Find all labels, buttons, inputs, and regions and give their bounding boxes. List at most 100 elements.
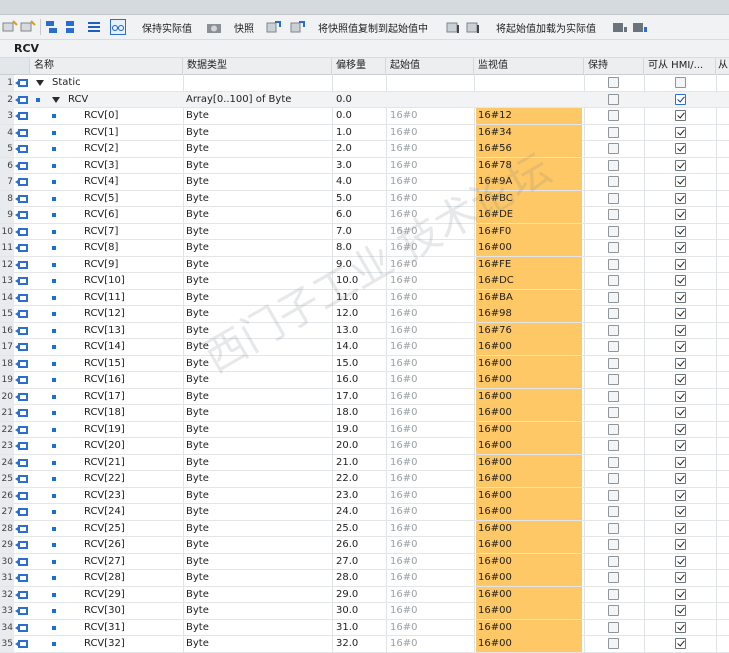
table-row[interactable]: 10 RCV[7] Byte 7.0 16#0 16#F0 <box>0 223 729 240</box>
cell-start-value[interactable]: 16#0 <box>390 240 474 256</box>
cell-datatype[interactable]: Byte <box>186 372 331 388</box>
header-start-value[interactable]: 起始值 <box>386 58 474 74</box>
retain-checkbox[interactable] <box>608 93 619 105</box>
cell-datatype[interactable]: Byte <box>186 240 331 256</box>
cell-start-value[interactable]: 16#0 <box>390 554 474 570</box>
cell-monitor-value[interactable]: 16#00 <box>476 570 582 586</box>
cell-monitor-value[interactable]: 16#98 <box>476 306 582 322</box>
cell-monitor-value[interactable]: 16#56 <box>476 141 582 157</box>
hmi-accessible-checkbox[interactable] <box>675 522 686 534</box>
retain-checkbox[interactable] <box>608 242 619 253</box>
cell-datatype[interactable]: Byte <box>186 537 331 553</box>
cell-datatype[interactable]: Byte <box>186 521 331 537</box>
header-name[interactable]: 名称 <box>30 58 183 74</box>
retain-checkbox[interactable] <box>608 456 619 468</box>
table-row[interactable]: 32 RCV[29] Byte 29.0 16#0 16#00 <box>0 586 729 603</box>
hmi-accessible-checkbox[interactable] <box>675 539 686 550</box>
hmi-accessible-checkbox[interactable] <box>675 506 686 517</box>
retain-checkbox[interactable] <box>608 209 619 220</box>
hmi-accessible-checkbox[interactable] <box>675 242 686 253</box>
cell-start-value[interactable]: 16#0 <box>390 455 474 471</box>
retain-checkbox[interactable] <box>608 308 619 319</box>
table-row[interactable]: 5 RCV[2] Byte 2.0 16#0 16#56 <box>0 141 729 158</box>
tool-b-button[interactable] <box>632 15 648 39</box>
cell-start-value[interactable]: 16#0 <box>390 603 474 619</box>
table-row[interactable]: 31 RCV[28] Byte 28.0 16#0 16#00 <box>0 570 729 587</box>
cell-datatype[interactable]: Byte <box>186 191 331 207</box>
table-row[interactable]: 24 RCV[21] Byte 21.0 16#0 16#00 <box>0 454 729 471</box>
cell-start-value[interactable]: 16#0 <box>390 587 474 603</box>
cell-datatype[interactable]: Byte <box>186 290 331 306</box>
table-row[interactable]: 28 RCV[25] Byte 25.0 16#0 16#00 <box>0 520 729 537</box>
hmi-accessible-checkbox[interactable] <box>675 209 686 220</box>
table-row[interactable]: 7 RCV[4] Byte 4.0 16#0 16#9A <box>0 174 729 191</box>
cell-monitor-value[interactable]: 16#00 <box>476 636 582 652</box>
cell-datatype[interactable]: Byte <box>186 405 331 421</box>
cell-monitor-value[interactable]: 16#00 <box>476 421 582 438</box>
cell-name[interactable]: RCV[17] <box>84 389 125 405</box>
tool-a-button[interactable] <box>612 15 628 39</box>
cell-name[interactable]: RCV[27] <box>84 554 125 570</box>
table-row[interactable]: 11 RCV[8] Byte 8.0 16#0 16#00 <box>0 240 729 257</box>
load-start-icon-button[interactable] <box>446 15 462 39</box>
retain-checkbox[interactable] <box>608 341 619 352</box>
cell-monitor-value[interactable]: 16#00 <box>476 537 582 553</box>
cell-datatype[interactable]: Byte <box>186 224 331 240</box>
expand-triangle-icon[interactable] <box>52 96 60 103</box>
table-row[interactable]: 25 RCV[22] Byte 22.0 16#0 16#00 <box>0 471 729 488</box>
snapshot-button[interactable]: 快照 <box>234 15 254 39</box>
cell-monitor-value[interactable]: 16#00 <box>476 454 582 471</box>
table-row[interactable]: 19 RCV[16] Byte 16.0 16#0 16#00 <box>0 372 729 389</box>
cell-start-value[interactable]: 16#0 <box>390 207 474 223</box>
hmi-accessible-checkbox[interactable] <box>675 423 686 435</box>
cell-name[interactable]: RCV[8] <box>84 240 118 256</box>
cell-name[interactable]: RCV[21] <box>84 455 125 471</box>
cell-name[interactable]: RCV[19] <box>84 422 125 438</box>
retain-checkbox[interactable] <box>608 605 619 616</box>
cell-monitor-value[interactable]: 16#34 <box>476 124 582 141</box>
cell-name[interactable]: RCV[26] <box>84 537 125 553</box>
table-row[interactable]: 27 RCV[24] Byte 24.0 16#0 16#00 <box>0 504 729 521</box>
cell-datatype[interactable]: Byte <box>186 125 331 141</box>
cell-datatype[interactable]: Byte <box>186 504 331 520</box>
cell-start-value[interactable] <box>390 75 474 91</box>
retain-checkbox[interactable] <box>608 291 619 303</box>
cell-name[interactable]: RCV[28] <box>84 570 125 586</box>
cell-name[interactable]: RCV[30] <box>84 603 125 619</box>
retain-checkbox[interactable] <box>608 555 619 567</box>
hmi-accessible-checkbox[interactable] <box>675 110 686 121</box>
cell-monitor-value[interactable]: 16#00 <box>476 240 582 256</box>
retain-checkbox[interactable] <box>608 374 619 385</box>
cell-datatype[interactable]: Byte <box>186 389 331 405</box>
load-start-icon2-button[interactable] <box>466 15 482 39</box>
cell-name[interactable]: RCV[18] <box>84 405 125 421</box>
hmi-accessible-checkbox[interactable] <box>675 126 686 138</box>
table-row[interactable]: 2 RCV Array[0..100] of Byte 0.0 <box>0 91 729 108</box>
cell-datatype[interactable]: Byte <box>186 306 331 322</box>
cell-start-value[interactable]: 16#0 <box>390 339 474 355</box>
cell-datatype[interactable]: Byte <box>186 356 331 372</box>
cell-name[interactable]: RCV[23] <box>84 488 125 504</box>
cell-datatype[interactable]: Byte <box>186 257 331 273</box>
cell-name[interactable]: RCV[16] <box>84 372 125 388</box>
retain-checkbox[interactable] <box>608 407 619 418</box>
table-row[interactable]: 12 RCV[9] Byte 9.0 16#0 16#FE <box>0 256 729 273</box>
cell-monitor-value[interactable]: 16#00 <box>476 586 582 603</box>
cell-name[interactable]: RCV[25] <box>84 521 125 537</box>
retain-checkbox[interactable] <box>608 440 619 451</box>
load-start-as-actual-button[interactable]: 将起始值加载为实际值 <box>496 15 596 39</box>
cell-datatype[interactable]: Byte <box>186 587 331 603</box>
cell-datatype[interactable]: Byte <box>186 438 331 454</box>
collapse-all-button[interactable] <box>65 15 81 39</box>
table-row[interactable]: 6 RCV[3] Byte 3.0 16#0 16#78 <box>0 157 729 174</box>
retain-checkbox[interactable] <box>608 143 619 154</box>
hmi-accessible-checkbox[interactable] <box>675 489 686 501</box>
table-row[interactable]: 20 RCV[17] Byte 17.0 16#0 16#00 <box>0 388 729 405</box>
table-row[interactable]: 4 RCV[1] Byte 1.0 16#0 16#34 <box>0 124 729 141</box>
cell-name[interactable]: RCV[0] <box>84 108 118 124</box>
cell-start-value[interactable]: 16#0 <box>390 108 474 124</box>
table-row[interactable]: 30 RCV[27] Byte 27.0 16#0 16#00 <box>0 553 729 570</box>
retain-checkbox[interactable] <box>608 473 619 484</box>
table-row[interactable]: 21 RCV[18] Byte 18.0 16#0 16#00 <box>0 405 729 422</box>
retain-checkbox[interactable] <box>608 423 619 435</box>
